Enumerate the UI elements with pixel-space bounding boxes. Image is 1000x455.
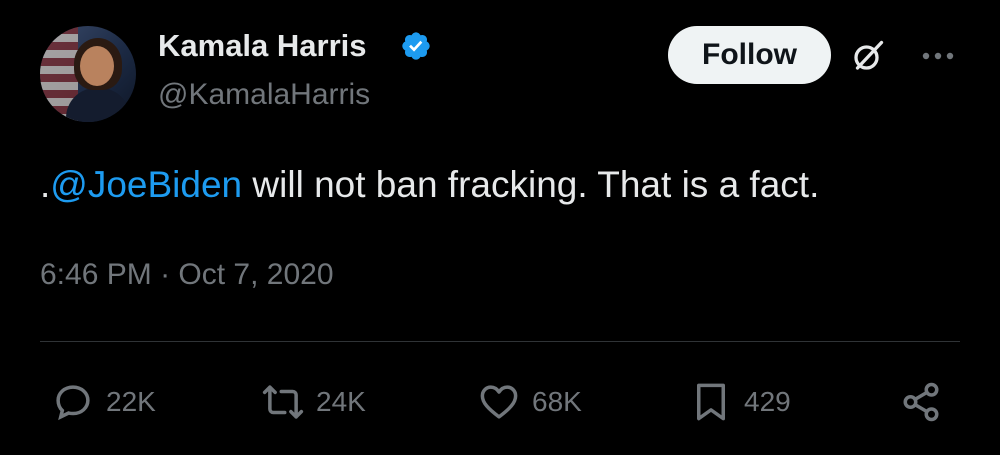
author-handle[interactable]: @KamalaHarris [158, 78, 370, 112]
avatar[interactable] [40, 26, 136, 122]
verified-badge-icon [402, 32, 430, 60]
mention-link[interactable]: @JoeBiden [50, 164, 242, 205]
like-count: 68K [532, 386, 582, 417]
repost-icon [262, 385, 304, 419]
bookmark-button[interactable]: 429 [690, 376, 791, 428]
timestamp-separator: · [151, 258, 179, 291]
tweet-body: will not ban fracking. That is a fact. [242, 164, 820, 205]
tweet-timestamp[interactable]: 6:46 PM · Oct 7, 2020 [40, 258, 334, 292]
timestamp-time: 6:46 PM [40, 258, 152, 291]
tweet-text: .@JoeBiden will not ban fracking. That i… [40, 164, 819, 206]
avatar-face [80, 46, 114, 86]
reply-button[interactable]: 22K [52, 376, 156, 428]
grok-icon[interactable] [850, 38, 886, 74]
author-name[interactable]: Kamala Harris [158, 28, 367, 64]
bookmark-count: 429 [744, 386, 791, 417]
like-button[interactable]: 68K [478, 376, 582, 428]
reply-count: 22K [106, 386, 156, 417]
divider [40, 341, 960, 342]
share-icon [903, 382, 939, 422]
repost-button[interactable]: 24K [262, 376, 366, 428]
tweet-prefix: . [40, 164, 51, 205]
share-button[interactable] [900, 376, 954, 428]
reply-icon [56, 385, 90, 421]
follow-button[interactable]: Follow [668, 26, 831, 84]
more-icon[interactable] [918, 38, 958, 74]
like-icon [480, 385, 518, 419]
repost-count: 24K [316, 386, 366, 417]
bookmark-icon [697, 383, 725, 421]
timestamp-date: Oct 7, 2020 [178, 258, 334, 291]
